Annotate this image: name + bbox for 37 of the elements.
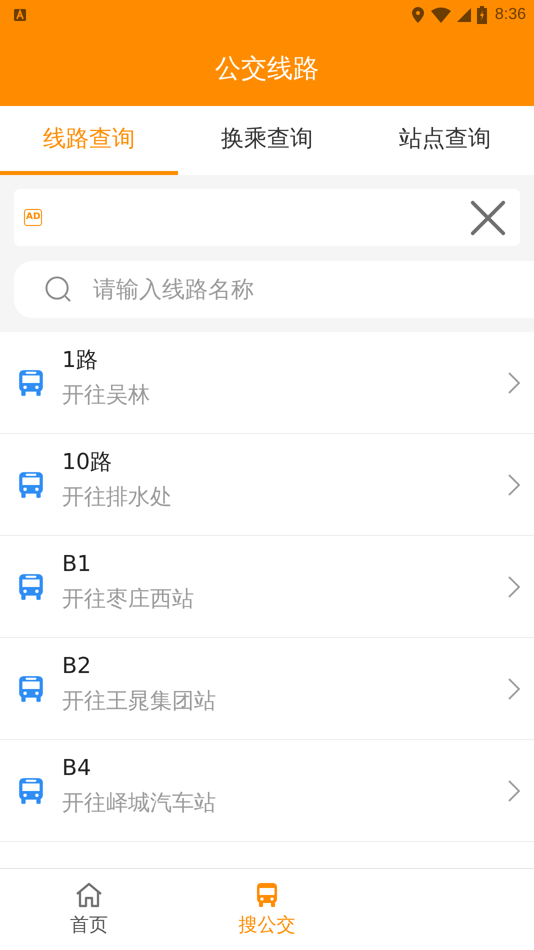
location-icon [410, 7, 425, 23]
bus-icon [18, 470, 44, 498]
route-name: 1路 [62, 348, 98, 374]
route-name: B1 [62, 552, 92, 578]
close-icon[interactable] [470, 200, 506, 236]
search-icon [45, 276, 72, 303]
route-item[interactable]: B1 开往枣庄西站 [0, 536, 534, 638]
route-destination: 开往枣庄西站 [62, 586, 194, 614]
route-item[interactable]: B2 开往王晁集团站 [0, 638, 534, 740]
battery-charging-icon [476, 6, 487, 24]
route-destination: 开往吴林 [62, 382, 150, 410]
app-notification-icon [14, 9, 26, 21]
route-name: 10路 [62, 450, 112, 476]
bus-icon [18, 776, 44, 804]
route-item[interactable]: 1路 开往吴林 [0, 332, 534, 434]
page-title: 公交线路 [215, 52, 319, 86]
route-destination: 开往王晁集团站 [62, 688, 216, 716]
chevron-right-icon [508, 780, 520, 802]
chevron-right-icon [508, 474, 520, 496]
route-destination: 开往排水处 [62, 484, 172, 512]
route-item[interactable]: B4 开往峄城汽车站 [0, 740, 534, 842]
home-icon [75, 882, 103, 908]
chevron-right-icon [508, 576, 520, 598]
wifi-icon [430, 7, 451, 23]
chevron-right-icon [508, 372, 520, 394]
ad-badge: AD [24, 209, 42, 226]
route-destination: 开往峄城汽车站 [62, 790, 216, 818]
signal-icon [456, 7, 471, 23]
route-name: B4 [62, 756, 92, 782]
bus-icon [18, 674, 44, 702]
route-name: B2 [62, 654, 92, 680]
bus-icon [18, 368, 44, 396]
status-time: 8:36 [494, 6, 526, 24]
chevron-right-icon [508, 678, 520, 700]
bus-icon [18, 572, 44, 600]
search-field[interactable]: 请输入线路名称 [14, 261, 534, 318]
route-item[interactable]: 10路 开往排水处 [0, 434, 534, 536]
